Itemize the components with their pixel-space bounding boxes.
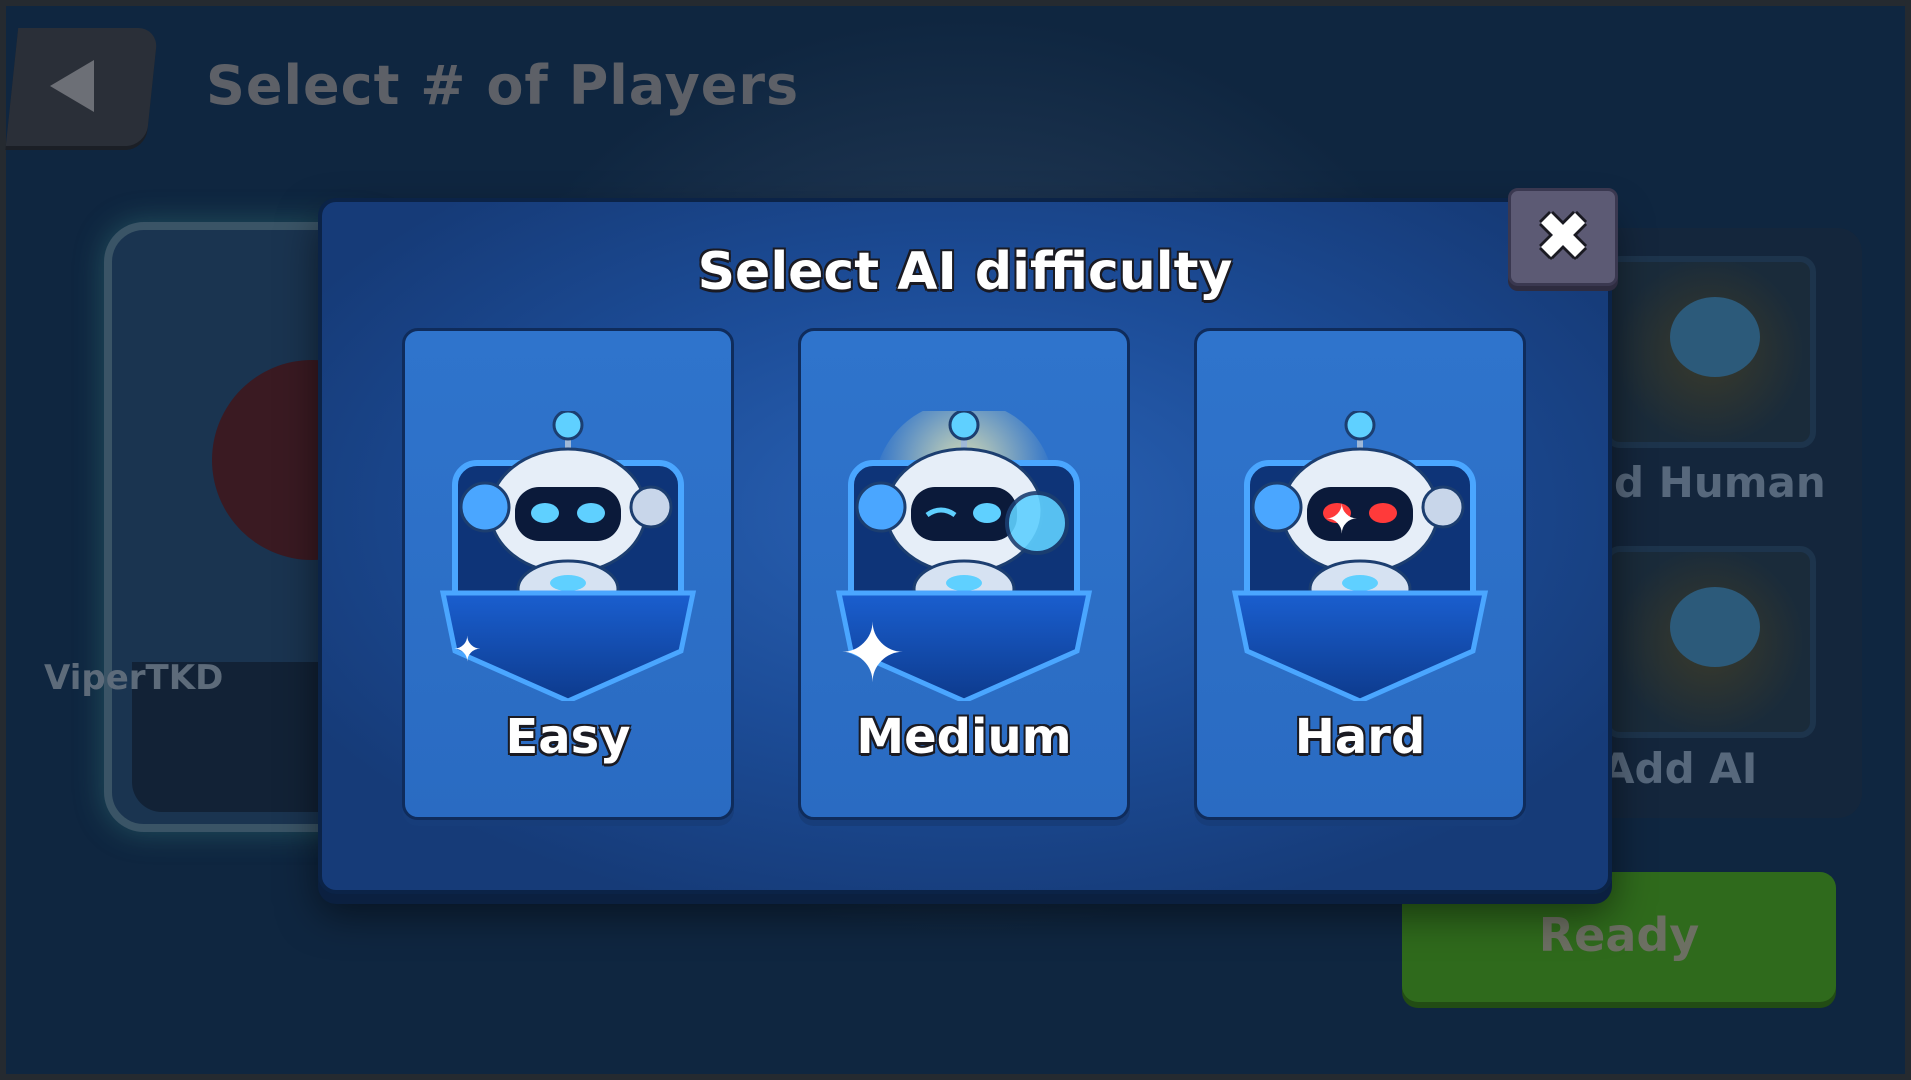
svg-text:✦: ✦ [1325,497,1359,543]
game-screen: Select # of Players ViperTKD d Human Add… [0,0,1911,1080]
robot-hard-icon: ✦ [1231,411,1489,701]
difficulty-hard-label: Hard [1294,709,1426,765]
robot-icon [1670,587,1760,667]
add-ai-card[interactable] [1604,546,1816,738]
difficulty-medium-card[interactable]: ✦ Medium [798,328,1130,820]
modal-title: Select AI difficulty [697,242,1233,302]
difficulty-medium-label: Medium [856,709,1072,765]
svg-text:✦: ✦ [839,607,906,700]
add-human-card[interactable] [1604,256,1816,448]
close-button[interactable]: ✖ [1508,188,1618,286]
difficulty-hard-card[interactable]: ✦ Hard [1194,328,1526,820]
add-ai-label: Add AI [1602,744,1758,793]
ready-label: Ready [1538,908,1700,962]
player-name: ViperTKD [44,658,224,698]
svg-text:✦: ✦ [453,630,482,670]
back-arrow-icon [50,60,94,112]
screen-title: Select # of Players [206,54,800,117]
difficulty-easy-label: Easy [505,709,631,765]
robot-medium-icon: ✦ [835,411,1093,701]
add-human-label: d Human [1614,458,1826,507]
human-icon [1670,297,1760,377]
difficulty-easy-card[interactable]: ✦ Easy [402,328,734,820]
close-icon: ✖ [1535,198,1591,275]
robot-easy-icon: ✦ [439,411,697,701]
